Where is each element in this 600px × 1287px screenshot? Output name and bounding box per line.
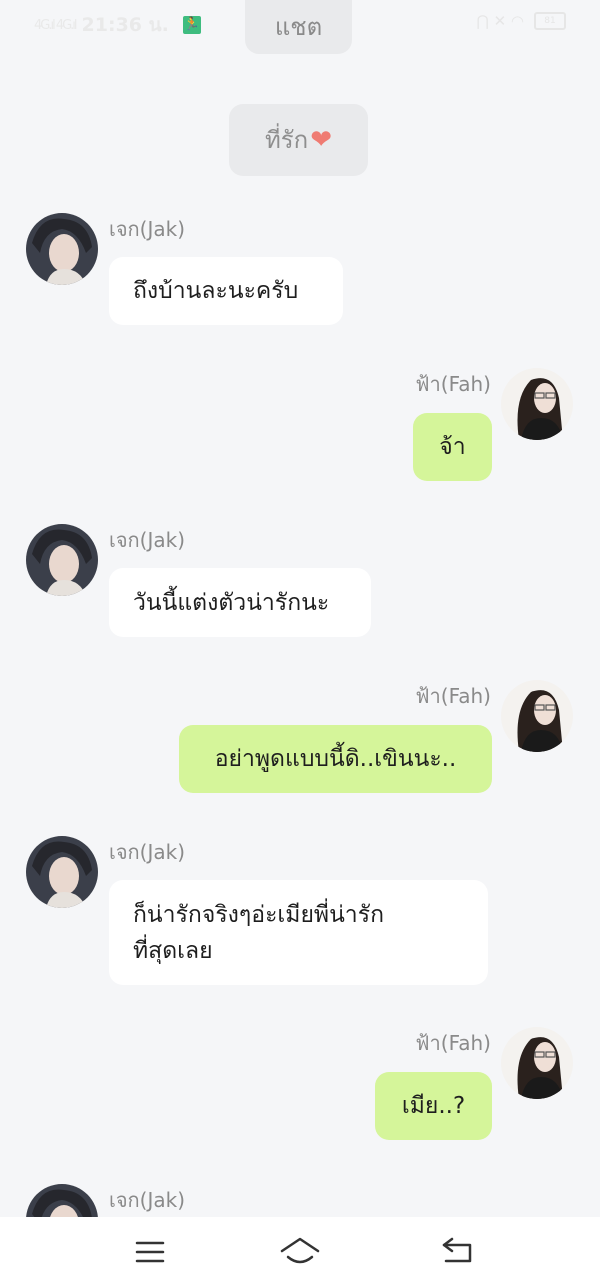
message-bubble[interactable]: เมีย..? <box>375 1072 492 1140</box>
running-app-icon: 🏃 <box>182 16 201 34</box>
message-row: ฟ้า(Fah) จ้า <box>0 368 600 488</box>
chat-name-pill[interactable]: ที่รัก❤ <box>229 104 368 176</box>
sender-name: ฟ้า(Fah) <box>415 1031 491 1055</box>
chat-name: ที่รัก <box>264 126 309 154</box>
message-text-line: ก็น่ารักจริงๆอ่ะเมียพี่น่ารัก <box>133 901 385 928</box>
battery-icon: 81 <box>534 12 566 30</box>
heart-icon: ❤ <box>310 125 333 155</box>
avatar-fah[interactable] <box>501 1027 573 1099</box>
status-icons: ⋂ ✕ ◠ <box>476 12 525 30</box>
avatar-jak[interactable] <box>26 1184 98 1217</box>
message-row: เจก(Jak) ก็น่ารักจริงๆอ่ะเมียพี่น่ารัก ท… <box>0 836 600 996</box>
message-text: อย่าพูดแบบนี้ดิ..เขินนะ.. <box>214 746 457 772</box>
sender-name: ฟ้า(Fah) <box>415 372 491 396</box>
avatar-jak[interactable] <box>26 836 98 908</box>
message-bubble[interactable]: จ้า <box>413 413 492 481</box>
message-row: ฟ้า(Fah) อย่าพูดแบบนี้ดิ..เขินนะ.. <box>0 680 600 800</box>
avatar-fah[interactable] <box>501 680 573 752</box>
navigation-bar <box>0 1217 600 1287</box>
home-icon[interactable] <box>280 1235 320 1269</box>
sender-name: เจก(Jak) <box>109 217 186 241</box>
message-text: ถึงบ้านละนะครับ <box>133 278 299 304</box>
status-right: ⋂ ✕ ◠ 81 <box>476 12 566 30</box>
message-bubble[interactable]: วันนี้แต่งตัวน่ารักนะ <box>109 568 371 637</box>
signal-icon: 4G.ıl 4G.ıl <box>34 17 78 33</box>
message-row: เจก(Jak) วันนี้แต่งตัวน่ารักนะ <box>0 524 600 644</box>
clock: 21:36 น. <box>81 14 169 36</box>
message-bubble[interactable]: อย่าพูดแบบนี้ดิ..เขินนะ.. <box>179 725 492 793</box>
message-text: วันนี้แต่งตัวน่ารักนะ <box>133 589 330 616</box>
message-text: จ้า <box>439 434 466 460</box>
sender-name: ฟ้า(Fah) <box>415 684 491 708</box>
message-text: เมีย..? <box>401 1093 466 1119</box>
message-row: เจก(Jak) ถึงบ้านละนะครับ <box>0 213 600 333</box>
message-row: เจก(Jak) <box>0 1184 600 1217</box>
message-bubble[interactable]: ถึงบ้านละนะครับ <box>109 257 343 325</box>
status-left: 4G.ıl 4G.ıl 21:36 น. 🏃 <box>34 10 201 40</box>
menu-icon[interactable] <box>131 1235 171 1269</box>
avatar-jak[interactable] <box>26 524 98 596</box>
sender-name: เจก(Jak) <box>109 1188 186 1212</box>
message-row: ฟ้า(Fah) เมีย..? <box>0 1027 600 1147</box>
header-chat-pill[interactable]: แชต <box>245 0 352 54</box>
back-icon[interactable] <box>440 1235 480 1269</box>
avatar-jak[interactable] <box>26 213 98 285</box>
message-text-line: ที่สุดเลย <box>133 937 213 964</box>
sender-name: เจก(Jak) <box>109 840 186 864</box>
avatar-fah[interactable] <box>501 368 573 440</box>
sender-name: เจก(Jak) <box>109 528 186 552</box>
message-bubble[interactable]: ก็น่ารักจริงๆอ่ะเมียพี่น่ารัก ที่สุดเลย <box>109 880 488 985</box>
